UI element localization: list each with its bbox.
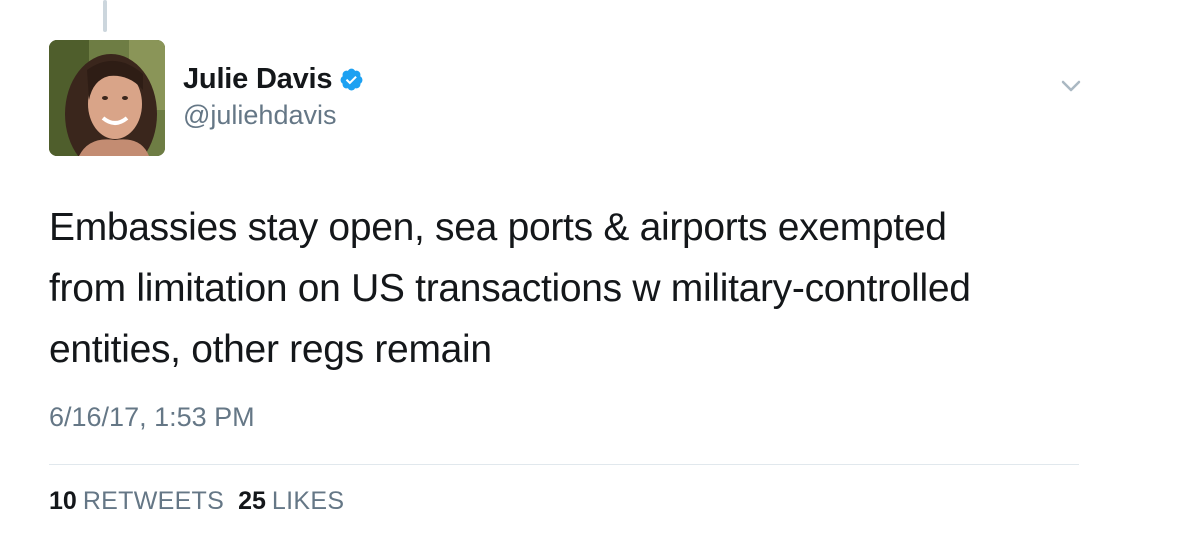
retweets-label: RETWEETS [82, 487, 225, 515]
likes-stat[interactable]: 25 LIKES [238, 487, 344, 516]
tweet-text-line: entities, other regs remain [49, 328, 492, 371]
tweet-text-line: Embassies stay open, sea ports & airport… [49, 206, 947, 249]
retweets-count: 10 [49, 487, 77, 515]
tweet-stats: 10 RETWEETS 25 LIKES [49, 487, 344, 516]
divider [49, 464, 1079, 465]
thread-connector-line [103, 0, 107, 32]
author-name-row[interactable]: Julie Davis [183, 58, 364, 100]
tweet-text-line: from limitation on US transactions w mil… [49, 267, 971, 310]
tweet-timestamp[interactable]: 6/16/17, 1:53 PM [49, 402, 255, 433]
tweet-text: Embassies stay open, sea ports & airport… [49, 197, 1129, 380]
likes-label: LIKES [271, 487, 345, 515]
verified-badge-icon [339, 67, 364, 92]
author-handle[interactable]: @juliehdavis [183, 100, 336, 131]
display-name[interactable]: Julie Davis [183, 63, 333, 96]
avatar[interactable] [49, 40, 165, 156]
retweets-stat[interactable]: 10 RETWEETS [49, 487, 224, 516]
likes-count: 25 [238, 487, 266, 515]
chevron-down-icon[interactable] [1057, 72, 1085, 100]
profile-photo [49, 40, 165, 156]
